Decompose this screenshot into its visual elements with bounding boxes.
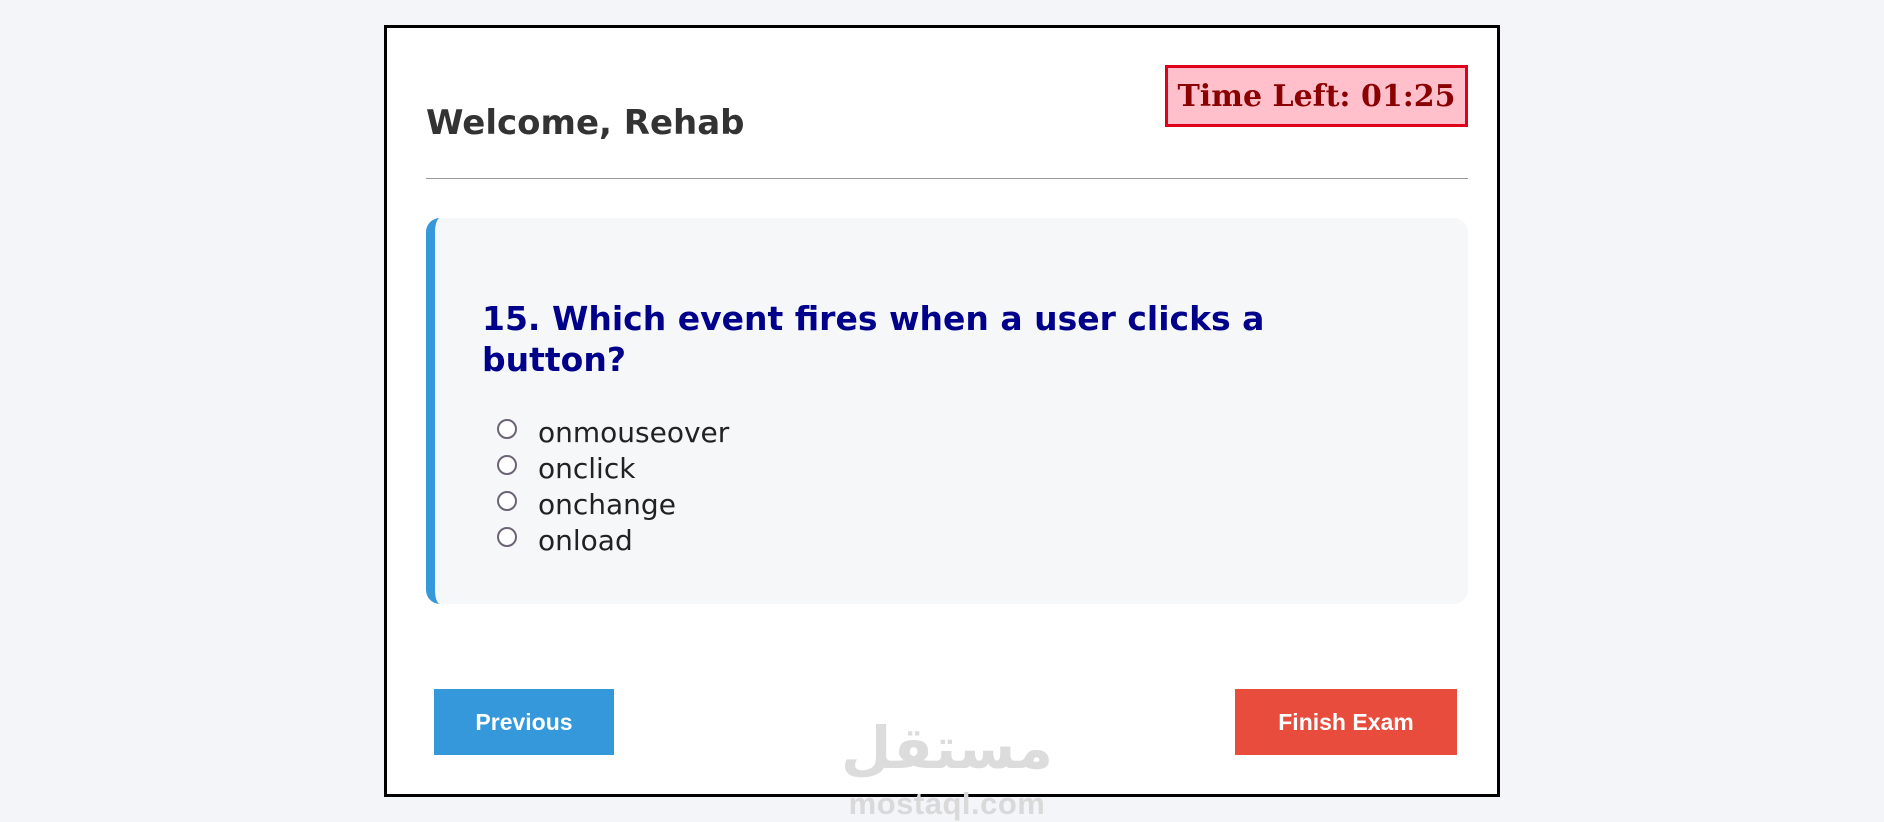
watermark-domain-text: mostaql.com bbox=[848, 786, 1046, 821]
watermark-arabic-text: مستقل bbox=[840, 714, 1054, 782]
option-label: onclick bbox=[538, 451, 636, 485]
radio-button[interactable] bbox=[497, 455, 517, 475]
question-card: 15. Which event fires when a user clicks… bbox=[426, 218, 1468, 604]
option-onclick[interactable]: onclick bbox=[497, 450, 729, 486]
mostaql-watermark: مستقل mostaql.com bbox=[837, 714, 1057, 821]
answer-options: onmouseover onclick onchange onload bbox=[497, 414, 729, 558]
option-onmouseover[interactable]: onmouseover bbox=[497, 414, 729, 450]
exam-card: Welcome, Rehab Time Left: 01:25 15. Whic… bbox=[384, 25, 1500, 821]
option-label: onmouseover bbox=[538, 415, 730, 449]
previous-button[interactable]: Previous bbox=[434, 689, 614, 755]
option-label: onload bbox=[538, 523, 633, 557]
time-left-badge: Time Left: 01:25 bbox=[1165, 65, 1468, 127]
welcome-heading: Welcome, Rehab bbox=[426, 103, 745, 143]
option-onchange[interactable]: onchange bbox=[497, 486, 729, 522]
option-onload[interactable]: onload bbox=[497, 522, 729, 558]
radio-button[interactable] bbox=[497, 419, 517, 439]
question-text: 15. Which event fires when a user clicks… bbox=[482, 299, 1265, 379]
radio-button[interactable] bbox=[497, 491, 517, 511]
finish-exam-button[interactable]: Finish Exam bbox=[1235, 689, 1457, 755]
radio-button[interactable] bbox=[497, 527, 517, 547]
option-label: onchange bbox=[538, 487, 676, 521]
header-divider bbox=[426, 178, 1468, 179]
